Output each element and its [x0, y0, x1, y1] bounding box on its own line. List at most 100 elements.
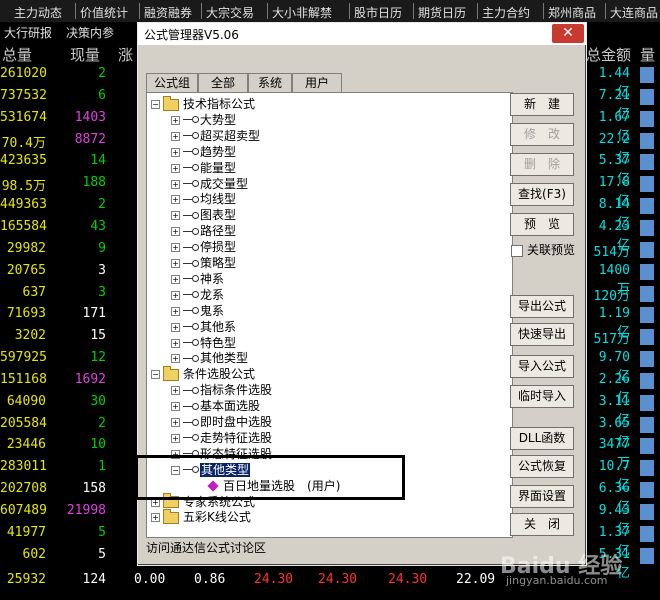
- tab-user[interactable]: 用户: [292, 73, 342, 92]
- forum-link[interactable]: 访问通达信公式讨论区: [146, 539, 266, 556]
- row-total-volume[interactable]: 205584: [0, 416, 47, 431]
- expand-icon[interactable]: +: [171, 259, 180, 268]
- topnav-item-5[interactable]: 股市日历: [354, 4, 402, 21]
- row-current-volume[interactable]: 158: [62, 481, 106, 496]
- checkbox-box[interactable]: [511, 244, 523, 257]
- row-current-volume[interactable]: 5: [62, 525, 106, 540]
- dialog-titlebar[interactable]: 公式管理器V5.06 ✕: [138, 23, 586, 45]
- topnav-item-0[interactable]: 主力动态: [14, 4, 62, 21]
- tree-item-technical[interactable]: + 特色型: [171, 336, 236, 351]
- row-current-volume[interactable]: 2: [62, 197, 106, 212]
- row-total-volume[interactable]: 71693: [0, 306, 46, 321]
- row-total-volume[interactable]: 602: [0, 547, 46, 562]
- tree-item-technical[interactable]: + 停损型: [171, 240, 236, 255]
- header-current-volume[interactable]: 现量: [70, 44, 100, 65]
- tab-all[interactable]: 全部: [198, 73, 248, 92]
- row-current-volume[interactable]: 2: [62, 416, 106, 431]
- expand-icon[interactable]: +: [171, 306, 180, 316]
- expand-icon[interactable]: +: [171, 433, 180, 443]
- secondary-nav-item-0[interactable]: 大行研报: [4, 24, 53, 41]
- expand-icon[interactable]: +: [171, 274, 180, 284]
- expand-icon[interactable]: +: [171, 163, 180, 173]
- row-total-volume[interactable]: 3202: [0, 328, 46, 343]
- dialog-button-11[interactable]: 界面设置: [510, 485, 574, 508]
- expand-icon[interactable]: +: [171, 147, 180, 157]
- row-current-volume[interactable]: 14: [62, 153, 106, 168]
- expand-icon[interactable]: +: [151, 513, 160, 523]
- row-current-volume[interactable]: 3: [62, 285, 106, 300]
- collapse-icon[interactable]: −: [151, 100, 160, 109]
- tree-item-technical[interactable]: + 能量型: [171, 161, 236, 176]
- expand-icon[interactable]: +: [171, 115, 180, 125]
- tree-item-technical[interactable]: + 均线型: [171, 192, 236, 207]
- row-current-volume[interactable]: 1: [62, 459, 106, 474]
- expand-icon[interactable]: +: [171, 290, 180, 300]
- tab-system[interactable]: 系统: [248, 73, 292, 92]
- row-current-volume[interactable]: 3: [62, 263, 106, 278]
- expand-icon[interactable]: +: [171, 243, 180, 253]
- tree-item-technical[interactable]: + 神系: [171, 272, 224, 287]
- row-total-volume[interactable]: 637: [0, 285, 46, 300]
- row-total-volume[interactable]: 29982: [0, 241, 46, 256]
- tree-item-technical[interactable]: + 其他系: [171, 320, 236, 335]
- row-total-volume[interactable]: 64090: [0, 394, 46, 409]
- row-current-volume[interactable]: 8872: [62, 132, 106, 147]
- expand-icon[interactable]: +: [171, 402, 180, 412]
- row-total-amount[interactable]: 514万: [586, 241, 630, 260]
- topnav-item-2[interactable]: 融资融券: [144, 4, 192, 21]
- row-total-volume[interactable]: 165584: [0, 219, 47, 234]
- row-total-volume[interactable]: 423635: [0, 153, 47, 168]
- header-total-amount[interactable]: 总金额: [586, 44, 631, 65]
- tree-item-technical[interactable]: + 趋势型: [171, 145, 236, 160]
- tree-item-selection[interactable]: + 即时盘中选股: [171, 415, 272, 430]
- row-current-volume[interactable]: 6: [62, 88, 106, 103]
- tree-item-technical[interactable]: + 策略型: [171, 256, 236, 271]
- dialog-button-6[interactable]: 快速导出: [510, 323, 574, 346]
- topnav-item-3[interactable]: 大宗交易: [206, 4, 254, 21]
- tree-item-selection[interactable]: + 走势特征选股: [171, 431, 272, 446]
- expand-icon[interactable]: +: [171, 322, 180, 332]
- row-current-volume[interactable]: 2: [62, 66, 106, 81]
- row-total-volume[interactable]: 98.5万: [0, 175, 46, 194]
- expand-icon[interactable]: +: [171, 227, 180, 237]
- row-current-volume[interactable]: 43: [62, 219, 106, 234]
- tree-item-technical[interactable]: + 鬼系: [171, 304, 224, 319]
- topnav-item-1[interactable]: 价值统计: [80, 4, 128, 21]
- tree-item-technical[interactable]: + 大势型: [171, 113, 236, 128]
- dialog-button-0[interactable]: 新 建: [510, 93, 574, 116]
- dialog-button-2[interactable]: 删 除: [510, 153, 574, 176]
- dialog-button-5[interactable]: 导出公式: [510, 295, 574, 318]
- tree-item-technical[interactable]: + 成交量型: [171, 177, 248, 192]
- row-total-volume[interactable]: 449363: [0, 197, 47, 212]
- row-total-volume[interactable]: 202708: [0, 481, 47, 496]
- expand-icon[interactable]: +: [171, 386, 180, 396]
- row-current-volume[interactable]: 1692: [62, 372, 106, 387]
- dialog-button-4[interactable]: 预 览: [510, 213, 574, 236]
- row-total-volume[interactable]: 41977: [0, 525, 46, 540]
- topnav-item-6[interactable]: 期货日历: [418, 4, 466, 21]
- row-current-volume[interactable]: 9: [62, 241, 106, 256]
- tree-item-technical[interactable]: + 其他类型: [171, 351, 248, 366]
- topnav-item-7[interactable]: 主力合约: [482, 4, 530, 21]
- row-total-volume[interactable]: 23446: [0, 437, 46, 452]
- tree-item-technical[interactable]: + 路径型: [171, 224, 236, 239]
- row-current-volume[interactable]: 10: [62, 437, 106, 452]
- topnav-item-9[interactable]: 大连商品: [610, 4, 658, 21]
- row-total-amount[interactable]: 517万: [586, 328, 630, 347]
- dialog-button-9[interactable]: DLL函数: [510, 427, 574, 450]
- tree-item-technical[interactable]: + 龙系: [171, 288, 224, 303]
- expand-icon[interactable]: +: [171, 211, 180, 221]
- dialog-button-10[interactable]: 公式恢复: [510, 455, 574, 478]
- expand-icon[interactable]: +: [171, 418, 180, 427]
- secondary-nav-item-1[interactable]: 决策内参: [66, 24, 115, 41]
- topnav-item-4[interactable]: 大小非解禁: [272, 4, 332, 21]
- expand-icon[interactable]: +: [171, 338, 180, 348]
- tree-item-selection[interactable]: + 基本面选股: [171, 399, 260, 414]
- row-total-volume[interactable]: 597925: [0, 350, 47, 365]
- row-total-volume[interactable]: 70.4万: [0, 132, 46, 151]
- tree-group-technical[interactable]: − 技术指标公式: [151, 95, 255, 112]
- tree-item-selection[interactable]: + 指标条件选股: [171, 383, 272, 398]
- collapse-icon[interactable]: −: [151, 370, 160, 380]
- row-total-volume[interactable]: 737532: [0, 88, 47, 103]
- row-current-volume[interactable]: 188: [62, 175, 106, 190]
